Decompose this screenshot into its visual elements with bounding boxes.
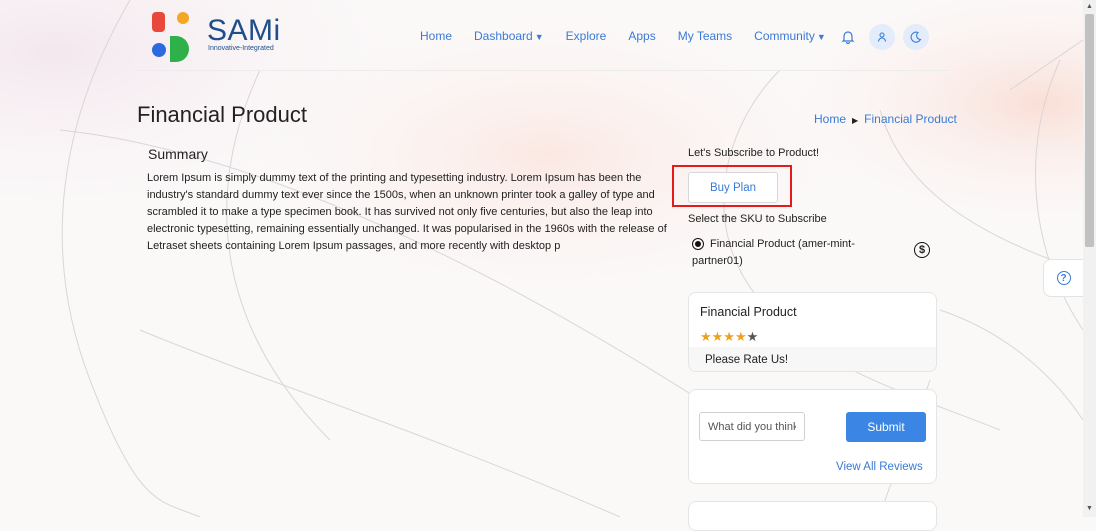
summary-title: Summary [148,146,208,162]
dollar-icon: $ [914,242,930,258]
help-icon: ? [1056,271,1071,285]
scroll-thumb[interactable] [1085,14,1094,247]
star-empty-icon: ★ [746,329,759,344]
sku-label: Select the SKU to Subscribe [688,213,827,225]
sami-logo[interactable]: SAMi Innovative-Integrated [152,12,292,62]
scroll-up-icon[interactable]: ▲ [1086,3,1093,10]
scroll-down-icon[interactable]: ▼ [1086,505,1093,512]
breadcrumb-current[interactable]: Financial Product [864,112,957,126]
star-filled-icons: ★★★★ [700,329,747,344]
user-icon[interactable] [869,24,895,50]
submit-button[interactable]: Submit [846,412,926,442]
next-card [688,501,937,531]
nav-apps[interactable]: Apps [628,29,655,43]
review-input[interactable] [699,412,805,441]
brand-name: SAMi [207,14,281,47]
rate-prompt: Please Rate Us! [705,354,789,366]
summary-text: Lorem Ipsum is simply dummy text of the … [147,172,667,252]
chevron-down-icon: ▼ [534,32,544,42]
bell-icon[interactable] [835,24,861,50]
nav-dashboard[interactable]: Dashboard ▼ [474,29,544,43]
nav-home[interactable]: Home [420,29,452,43]
nav-dashboard-label: Dashboard [474,29,533,43]
scrollbar[interactable]: ▲ ▼ [1083,0,1096,517]
breadcrumb-home[interactable]: Home [814,112,846,126]
nav-community-label: Community [754,29,815,43]
view-all-reviews-link[interactable]: View All Reviews [836,461,923,473]
logo-mark-icon [152,12,189,62]
chevron-down-icon: ▼ [816,32,826,42]
nav-explore[interactable]: Explore [566,29,607,43]
star-rating[interactable]: ★★★★★ [700,329,758,345]
moon-icon[interactable] [903,24,929,50]
nav-my-teams[interactable]: My Teams [678,29,732,43]
sku-radio[interactable] [692,238,704,250]
radio-selected-dot [695,241,701,247]
nav-community[interactable]: Community ▼ [754,29,826,43]
highlight-box [672,165,792,207]
header-divider [137,70,949,71]
help-button[interactable]: ? [1043,259,1083,297]
page-title: Financial Product [137,102,307,127]
main-nav: Home Dashboard ▼ Explore Apps My Teams Co… [420,25,848,47]
brand-tagline: Innovative-Integrated [208,45,274,52]
review-card: Submit View All Reviews [688,389,937,484]
sku-option-label[interactable]: Financial Product (amer-mint-partner01) [692,236,892,270]
chevron-right-icon: ▶ [852,116,859,125]
breadcrumb: Home ▶ Financial Product [814,112,957,126]
subscribe-label: Let's Subscribe to Product! [688,147,820,159]
card-product-title: Financial Product [700,305,797,319]
product-rating-card: Financial Product ★★★★★ Please Rate Us! [688,292,937,372]
